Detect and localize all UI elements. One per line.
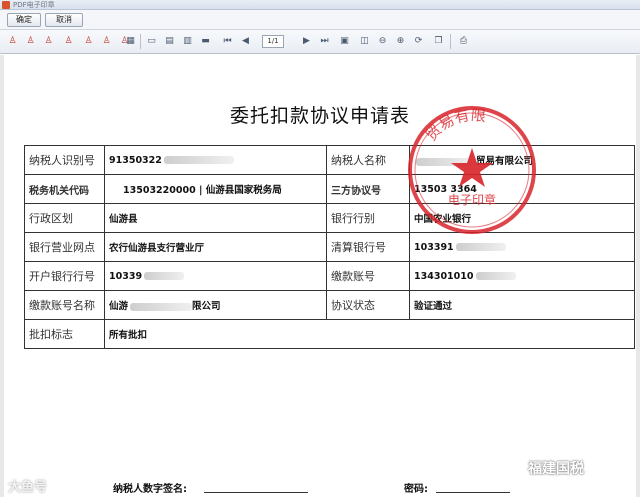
taxpayer-id-text: 91350322	[109, 154, 162, 166]
clearing-bank-label: 清算银行号	[326, 232, 410, 262]
taxpayer-name-label: 纳税人名称	[326, 145, 410, 175]
electronic-seal: 贸易有限 电子印章	[408, 106, 536, 234]
signature-line	[204, 492, 308, 493]
last-page-icon[interactable]: ⏭	[318, 35, 331, 48]
redaction-mark	[130, 302, 193, 311]
table-row: 批扣标志 所有批扣	[24, 319, 635, 349]
print-icon[interactable]: ⎙	[457, 35, 470, 48]
bank-branch-label: 银行营业网点	[24, 232, 105, 262]
document-page: 委托扣款协议申请表 纳税人识别号 91350322 纳税人名称 贸易有限公司 税…	[4, 55, 636, 497]
page-fit-icon[interactable]: ▬	[199, 35, 212, 48]
stamp-icon[interactable]: ♙	[24, 35, 37, 48]
batch-flag-label: 批扣标志	[24, 319, 105, 349]
toolbar-separator	[450, 34, 451, 49]
table-row: 开户银行行号 10339 缴款账号 134301010	[24, 261, 635, 291]
page-double-icon[interactable]: ▤	[163, 35, 176, 48]
district-value: 仙游县	[104, 203, 327, 233]
cancel-button[interactable]: 取消	[45, 13, 83, 27]
page-grid-icon[interactable]: ▥	[181, 35, 194, 48]
bank-branch-value: 农行仙游县支行营业厅	[104, 232, 327, 262]
tax-office-code-label: 税务机关代码	[24, 174, 105, 204]
redaction-mark	[144, 272, 185, 280]
zoom-out-icon[interactable]: ⊖	[376, 35, 389, 48]
seal-arc-text: 贸易有限	[422, 106, 487, 145]
password-line	[436, 492, 510, 493]
taxpayer-id-label: 纳税人识别号	[24, 145, 105, 175]
payment-account-text: 134301010	[414, 270, 474, 282]
table-row: 税务机关代码 13503220000 | 仙游县国家税务局 三方协议号 1350…	[24, 174, 635, 204]
bank-number-value: 10339	[104, 261, 327, 291]
agreement-form-table: 纳税人识别号 91350322 纳税人名称 贸易有限公司 税务机关代码 1350…	[24, 145, 635, 349]
next-page-icon[interactable]: ▶	[300, 35, 313, 48]
window-title: PDF电子印章	[13, 1, 55, 9]
bank-number-text: 10339	[109, 270, 143, 282]
toolbar-separator	[140, 34, 141, 49]
table-row: 银行营业网点 农行仙游县支行营业厅 清算银行号 103391	[24, 232, 635, 262]
signature-label: 纳税人数字签名:	[113, 484, 187, 495]
source-watermark-right: 福建国税	[528, 461, 584, 477]
stamp-icon[interactable]: ♙	[42, 35, 55, 48]
account-name-value: 仙游 限公司	[104, 290, 327, 320]
agreement-status-value: 验证通过	[409, 290, 635, 320]
agreement-status-label: 协议状态	[326, 290, 410, 320]
redaction-mark	[455, 243, 506, 251]
prev-page-icon[interactable]: ◀	[239, 35, 252, 48]
action-bar: 确定 取消	[0, 10, 640, 30]
copy-icon[interactable]: ❐	[432, 35, 445, 48]
redaction-mark	[163, 156, 234, 164]
bank-number-label: 开户银行行号	[24, 261, 105, 291]
clearing-bank-text: 103391	[414, 241, 454, 253]
fit-width-icon[interactable]: ◫	[358, 35, 371, 48]
document-viewer[interactable]: 委托扣款协议申请表 纳税人识别号 91350322 纳税人名称 贸易有限公司 税…	[0, 55, 640, 497]
window-titlebar: PDF电子印章	[0, 0, 640, 10]
account-name-text: 仙游	[109, 301, 129, 312]
taxpayer-id-value: 91350322	[104, 145, 327, 175]
viewer-toolbar: ♙ ♙ ♙ ♙ ♙ ♙ ♙ ▦ ▭ ▤ ▥ ▬ ⏮ ◀ 1/1 ▶ ⏭ ▣ ◫ …	[0, 30, 640, 54]
stamp-icon[interactable]: ♙	[82, 35, 95, 48]
stamp-icon[interactable]: ♙	[100, 35, 113, 48]
table-row: 缴款账号名称 仙游 限公司 协议状态 验证通过	[24, 290, 635, 320]
account-name-label: 缴款账号名称	[24, 290, 105, 320]
password-label: 密码:	[404, 484, 428, 495]
zoom-in-icon[interactable]: ⊕	[394, 35, 407, 48]
page-indicator[interactable]: 1/1	[262, 35, 284, 48]
stamp-icon[interactable]: ♙	[62, 35, 75, 48]
tripartite-agreement-label: 三方协议号	[326, 174, 410, 204]
stamp-icon[interactable]: ♙	[6, 35, 19, 48]
seal-bottom-text: 电子印章	[448, 192, 496, 207]
tax-office-code-value: 13503220000 | 仙游县国家税务局	[104, 174, 327, 204]
table-row: 纳税人识别号 91350322 纳税人名称 贸易有限公司	[24, 145, 635, 175]
source-watermark-left: 大鱼号	[8, 480, 48, 495]
seal-star	[451, 148, 493, 187]
redaction-mark	[475, 272, 516, 280]
fit-page-icon[interactable]: ▣	[338, 35, 351, 48]
wechat-icon	[509, 460, 525, 474]
first-page-icon[interactable]: ⏮	[221, 35, 234, 48]
account-name-suffix: 限公司	[192, 301, 221, 312]
payment-account-label: 缴款账号	[326, 261, 410, 291]
ok-button[interactable]: 确定	[7, 13, 41, 27]
payment-account-value: 134301010	[409, 261, 635, 291]
app-icon	[2, 1, 10, 9]
bank-type-label: 银行行别	[326, 203, 410, 233]
page-single-icon[interactable]: ▭	[145, 35, 158, 48]
rotate-icon[interactable]: ⟳	[412, 35, 425, 48]
batch-flag-value: 所有批扣	[104, 319, 635, 349]
batch-stamp-icon[interactable]: ▦	[124, 35, 137, 48]
table-row: 行政区划 仙游县 银行行别 中国农业银行	[24, 203, 635, 233]
district-label: 行政区划	[24, 203, 105, 233]
